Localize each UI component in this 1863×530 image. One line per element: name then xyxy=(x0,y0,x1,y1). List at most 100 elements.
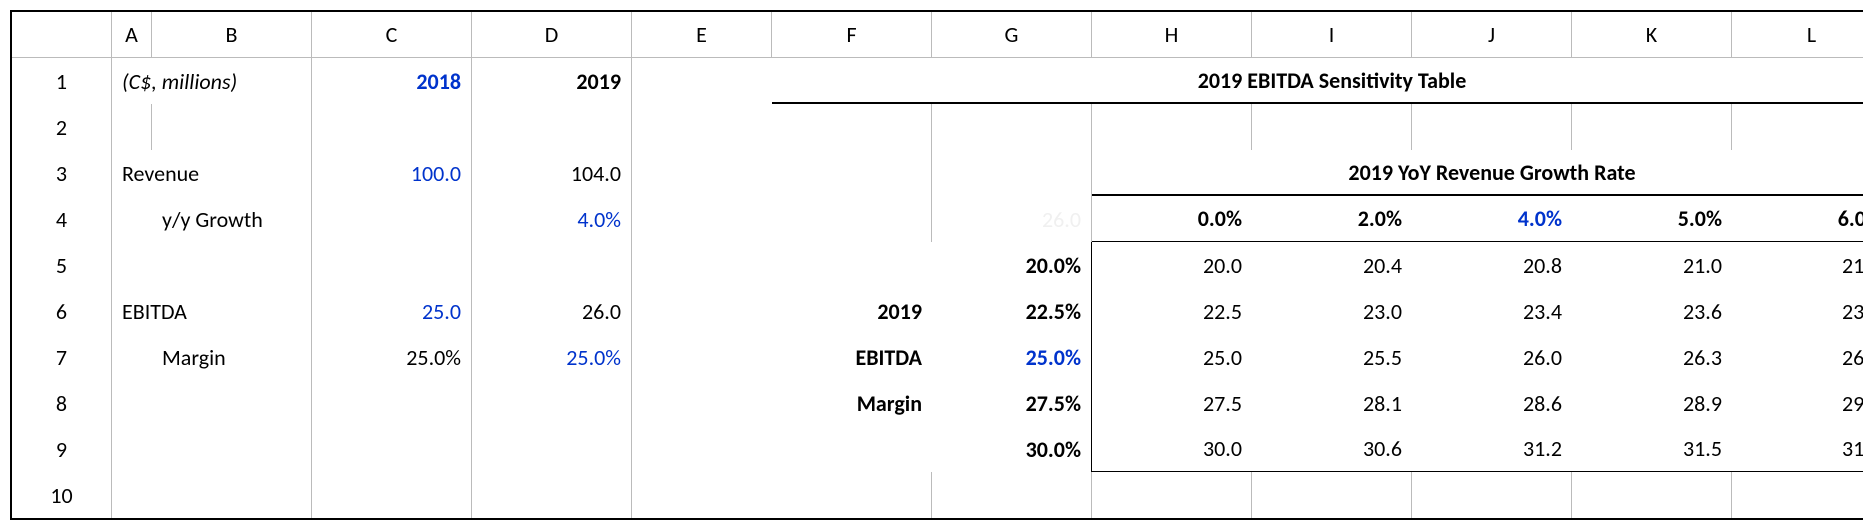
cell-C1[interactable]: 2018 xyxy=(312,58,472,104)
cell-A3[interactable]: Revenue xyxy=(112,150,312,196)
cell-L9[interactable]: 31.8 xyxy=(1732,426,1863,472)
cell-A8[interactable] xyxy=(112,380,152,426)
cell-E5[interactable] xyxy=(632,242,772,288)
cell-B5[interactable] xyxy=(152,242,312,288)
cell-E7[interactable] xyxy=(632,334,772,380)
cell-L10[interactable] xyxy=(1732,472,1863,518)
row-header-6[interactable]: 6 xyxy=(12,288,112,334)
cell-H10[interactable] xyxy=(1092,472,1252,518)
cell-I5[interactable]: 20.4 xyxy=(1252,242,1412,288)
cell-A4[interactable] xyxy=(112,196,152,242)
cell-J9[interactable]: 31.2 xyxy=(1412,426,1572,472)
cell-J10[interactable] xyxy=(1412,472,1572,518)
cell-H6[interactable]: 22.5 xyxy=(1092,288,1252,334)
cell-F5[interactable] xyxy=(772,242,932,288)
cell-D8[interactable] xyxy=(472,380,632,426)
col-header-J[interactable]: J xyxy=(1412,12,1572,58)
cell-C4[interactable] xyxy=(312,196,472,242)
cell-F7[interactable]: EBITDA xyxy=(772,334,932,380)
cell-J5[interactable]: 20.8 xyxy=(1412,242,1572,288)
cell-C3[interactable]: 100.0 xyxy=(312,150,472,196)
cell-I8[interactable]: 28.1 xyxy=(1252,380,1412,426)
cell-L5[interactable]: 21.2 xyxy=(1732,242,1863,288)
cell-H2[interactable] xyxy=(1092,104,1252,150)
cell-K5[interactable]: 21.0 xyxy=(1572,242,1732,288)
cell-F10[interactable] xyxy=(772,472,932,518)
row-header-10[interactable]: 10 xyxy=(12,472,112,518)
cell-G2[interactable] xyxy=(932,104,1092,150)
row-header-5[interactable]: 5 xyxy=(12,242,112,288)
cell-K8[interactable]: 28.9 xyxy=(1572,380,1732,426)
cell-J4[interactable]: 4.0% xyxy=(1412,196,1572,242)
cell-I7[interactable]: 25.5 xyxy=(1252,334,1412,380)
cell-A7[interactable] xyxy=(112,334,152,380)
cell-E9[interactable] xyxy=(632,426,772,472)
cell-G7[interactable]: 25.0% xyxy=(932,334,1092,380)
col-header-F[interactable]: F xyxy=(772,12,932,58)
cell-L8[interactable]: 29.2 xyxy=(1732,380,1863,426)
cell-A2[interactable] xyxy=(112,104,152,150)
cell-F6[interactable]: 2019 xyxy=(772,288,932,334)
cell-H5[interactable]: 20.0 xyxy=(1092,242,1252,288)
col-header-E[interactable]: E xyxy=(632,12,772,58)
cell-C10[interactable] xyxy=(312,472,472,518)
cell-F1[interactable]: 2019 EBITDA Sensitivity Table xyxy=(772,58,1863,104)
cell-C8[interactable] xyxy=(312,380,472,426)
cell-E1[interactable] xyxy=(632,58,772,104)
cell-F2[interactable] xyxy=(772,104,932,150)
cell-G10[interactable] xyxy=(932,472,1092,518)
cell-D5[interactable] xyxy=(472,242,632,288)
cell-H4[interactable]: 0.0% xyxy=(1092,196,1252,242)
cell-B4[interactable]: y/y Growth xyxy=(152,196,312,242)
cell-A5[interactable] xyxy=(112,242,152,288)
row-header-9[interactable]: 9 xyxy=(12,426,112,472)
col-header-C[interactable]: C xyxy=(312,12,472,58)
cell-H3[interactable]: 2019 YoY Revenue Growth Rate xyxy=(1092,150,1863,196)
cell-A6[interactable]: EBITDA xyxy=(112,288,312,334)
spreadsheet-grid[interactable]: A B C D E F G H I J K L 1 (C$, millions)… xyxy=(10,10,1863,520)
cell-E4[interactable] xyxy=(632,196,772,242)
cell-G9[interactable]: 30.0% xyxy=(932,426,1092,472)
cell-F3[interactable] xyxy=(772,150,932,196)
cell-L2[interactable] xyxy=(1732,104,1863,150)
cell-L6[interactable]: 23.9 xyxy=(1732,288,1863,334)
cell-K10[interactable] xyxy=(1572,472,1732,518)
col-header-D[interactable]: D xyxy=(472,12,632,58)
cell-K7[interactable]: 26.3 xyxy=(1572,334,1732,380)
cell-D1[interactable]: 2019 xyxy=(472,58,632,104)
cell-I6[interactable]: 23.0 xyxy=(1252,288,1412,334)
col-header-K[interactable]: K xyxy=(1572,12,1732,58)
cell-E8[interactable] xyxy=(632,380,772,426)
cell-E3[interactable] xyxy=(632,150,772,196)
cell-E2[interactable] xyxy=(632,104,772,150)
cell-A10[interactable] xyxy=(112,472,152,518)
cell-J6[interactable]: 23.4 xyxy=(1412,288,1572,334)
cell-B9[interactable] xyxy=(152,426,312,472)
cell-J7[interactable]: 26.0 xyxy=(1412,334,1572,380)
cell-I4[interactable]: 2.0% xyxy=(1252,196,1412,242)
row-header-7[interactable]: 7 xyxy=(12,334,112,380)
cell-D10[interactable] xyxy=(472,472,632,518)
cell-K4[interactable]: 5.0% xyxy=(1572,196,1732,242)
cell-G3[interactable] xyxy=(932,150,1092,196)
cell-G4[interactable]: 26.0 xyxy=(932,196,1092,242)
col-header-A[interactable]: A xyxy=(112,12,152,58)
cell-J2[interactable] xyxy=(1412,104,1572,150)
cell-B8[interactable] xyxy=(152,380,312,426)
cell-C5[interactable] xyxy=(312,242,472,288)
cell-B7[interactable]: Margin xyxy=(152,334,312,380)
cell-K6[interactable]: 23.6 xyxy=(1572,288,1732,334)
cell-E10[interactable] xyxy=(632,472,772,518)
cell-F4[interactable] xyxy=(772,196,932,242)
cell-C6[interactable]: 25.0 xyxy=(312,288,472,334)
cell-C9[interactable] xyxy=(312,426,472,472)
cell-K9[interactable]: 31.5 xyxy=(1572,426,1732,472)
col-header-L[interactable]: L xyxy=(1732,12,1863,58)
row-header-4[interactable]: 4 xyxy=(12,196,112,242)
col-header-I[interactable]: I xyxy=(1252,12,1412,58)
cell-F9[interactable] xyxy=(772,426,932,472)
cell-F8[interactable]: Margin xyxy=(772,380,932,426)
cell-I2[interactable] xyxy=(1252,104,1412,150)
row-header-8[interactable]: 8 xyxy=(12,380,112,426)
cell-G6[interactable]: 22.5% xyxy=(932,288,1092,334)
